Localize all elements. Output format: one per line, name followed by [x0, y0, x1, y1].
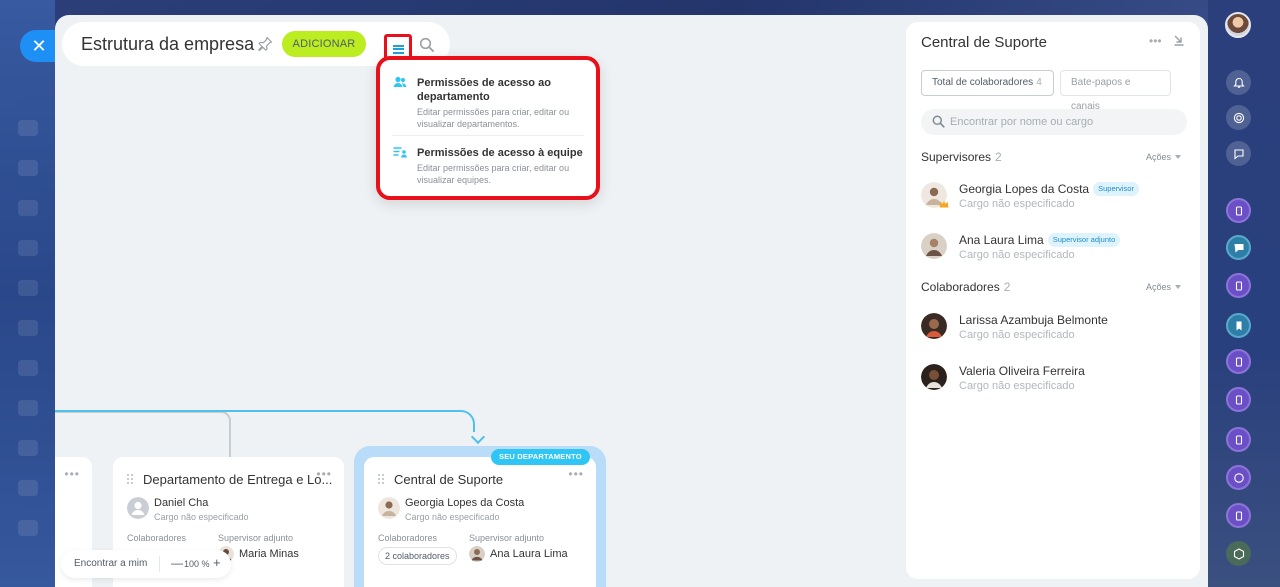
person-role: Cargo não especificado	[959, 380, 1075, 392]
avatar	[921, 364, 947, 390]
panel-title: Central de Suporte	[921, 34, 1047, 51]
role-badge: Supervisor	[1093, 182, 1139, 196]
menu-icon	[392, 44, 404, 54]
department-panel: Central de Suporte ••• Total de colabora…	[906, 22, 1200, 579]
app-icon[interactable]	[1226, 349, 1251, 374]
menu-item-title: Permissões de acesso ao departamento	[417, 77, 551, 103]
role-badge: Supervisor adjunto	[1047, 233, 1121, 247]
tab-count: 4	[1036, 77, 1042, 88]
connector-arrow-icon	[470, 429, 486, 445]
more-icon[interactable]: •••	[316, 467, 332, 481]
pin-icon[interactable]	[256, 35, 274, 53]
divider	[159, 556, 160, 572]
app-icon[interactable]	[1226, 427, 1251, 452]
avatar	[469, 546, 485, 562]
person-name: Valeria Oliveira Ferreira	[959, 364, 1085, 378]
list-item[interactable]: Ana Laura Lima Supervisor adjunto Cargo n…	[921, 231, 1191, 265]
team-list-icon	[393, 147, 407, 158]
avatar	[127, 497, 149, 519]
zoom-level: 100 %	[184, 559, 210, 569]
search-placeholder: Encontrar por nome ou cargo	[950, 116, 1094, 128]
user-avatar[interactable]	[1225, 12, 1251, 38]
activity-icon[interactable]	[1226, 105, 1251, 130]
search-input[interactable]: Encontrar por nome ou cargo	[921, 109, 1187, 135]
more-icon[interactable]: •••	[1149, 34, 1162, 48]
avatar	[921, 313, 947, 339]
app-icon[interactable]	[1226, 198, 1251, 223]
zoom-bar: Encontrar a mim — 100 % +	[61, 550, 231, 578]
menu-item-description: Editar permissões para criar, editar ou …	[417, 107, 570, 129]
avatar	[921, 233, 947, 259]
deputy-label: Supervisor adjunto	[218, 533, 294, 543]
employees-label: Colaboradores	[378, 533, 438, 543]
deputy-name[interactable]: Maria Minas	[239, 548, 299, 560]
background-left-stripe	[0, 0, 55, 587]
tab-label: Total de colaboradores	[932, 77, 1034, 88]
app-icon[interactable]	[1226, 503, 1251, 528]
users-icon	[393, 76, 407, 87]
menu-item-description: Editar permissões para criar, editar ou …	[417, 163, 570, 185]
section-title-employees: Colaboradores 2	[921, 280, 1011, 294]
zoom-out-button[interactable]: —	[171, 556, 183, 570]
more-icon[interactable]: •••	[568, 467, 584, 481]
supervisors-actions-button[interactable]: Ações	[1146, 152, 1181, 162]
chat-icon[interactable]	[1226, 141, 1251, 166]
app-icon[interactable]	[1226, 273, 1251, 298]
permissions-menu: Permissões de acesso ao departamento Edi…	[376, 56, 600, 200]
department-card-central[interactable]: Central de Suporte ••• Georgia Lopes da …	[364, 457, 596, 587]
person-role: Cargo não especificado	[959, 198, 1075, 210]
tab-label: Bate-papos e canais	[1071, 77, 1131, 112]
avatar	[378, 497, 400, 519]
collapse-icon[interactable]	[1173, 34, 1185, 46]
zoom-in-button[interactable]: +	[213, 555, 221, 570]
department-title: Central de Suporte	[394, 472, 504, 487]
head-name[interactable]: Georgia Lopes da Costa	[405, 497, 524, 509]
employees-actions-button[interactable]: Ações	[1146, 282, 1181, 292]
tree-connector-highlight	[55, 410, 475, 432]
search-icon	[932, 115, 945, 128]
close-slider-button[interactable]: ✕	[20, 30, 58, 62]
activity-icon[interactable]	[1226, 465, 1251, 490]
deputy-name[interactable]: Ana Laura Lima	[490, 548, 568, 560]
person-name: Larissa Azambuja Belmonte	[959, 313, 1108, 327]
person-role: Cargo não especificado	[959, 329, 1075, 341]
employees-label: Colaboradores	[127, 533, 187, 543]
more-icon[interactable]: •••	[64, 467, 80, 481]
search-icon[interactable]	[419, 37, 435, 53]
bell-icon[interactable]	[1226, 70, 1251, 95]
head-role: Cargo não especificado	[405, 512, 500, 522]
list-item[interactable]: Larissa Azambuja Belmonte Cargo não espe…	[921, 311, 1191, 345]
drag-handle-icon[interactable]	[127, 474, 133, 484]
person-role: Cargo não especificado	[959, 249, 1075, 261]
section-title-supervisors: Supervisores 2	[921, 150, 1002, 164]
chat-icon[interactable]	[1226, 235, 1251, 260]
department-title: Departamento de Entrega e Lo...	[143, 472, 333, 487]
crown-icon	[939, 200, 949, 208]
bookmark-icon[interactable]	[1226, 313, 1251, 338]
your-department-badge: SEU DEPARTAMENTO	[491, 449, 590, 465]
menu-item-title: Permissões de acesso à equipe	[417, 147, 583, 159]
head-name[interactable]: Daniel Cha	[154, 497, 208, 509]
person-name: Georgia Lopes da Costa Supervisor	[959, 182, 1139, 196]
app-icon[interactable]	[1226, 387, 1251, 412]
person-name: Ana Laura Lima Supervisor adjunto	[959, 233, 1121, 247]
employees-count-pill[interactable]: 2 colaboradores	[378, 547, 457, 565]
close-icon: ✕	[31, 35, 47, 56]
list-item[interactable]: Valeria Oliveira Ferreira Cargo não espe…	[921, 362, 1191, 396]
page-title: Estrutura da empresa	[81, 34, 255, 54]
tab-total-employees[interactable]: Total de colaboradores 4	[921, 70, 1054, 96]
divider	[392, 135, 584, 136]
app-icon[interactable]	[1226, 541, 1251, 566]
head-role: Cargo não especificado	[154, 512, 249, 522]
org-structure-window: ••• Departamento de Entrega e Lo... ••• …	[55, 15, 1208, 587]
drag-handle-icon[interactable]	[378, 474, 384, 484]
list-item[interactable]: Georgia Lopes da Costa Supervisor Cargo n…	[921, 180, 1191, 214]
add-button[interactable]: ADICIONAR	[282, 31, 366, 57]
tab-chats-channels[interactable]: Bate-papos e canais	[1060, 70, 1171, 112]
find-me-button[interactable]: Encontrar a mim	[74, 558, 147, 569]
deputy-label: Supervisor adjunto	[469, 533, 545, 543]
